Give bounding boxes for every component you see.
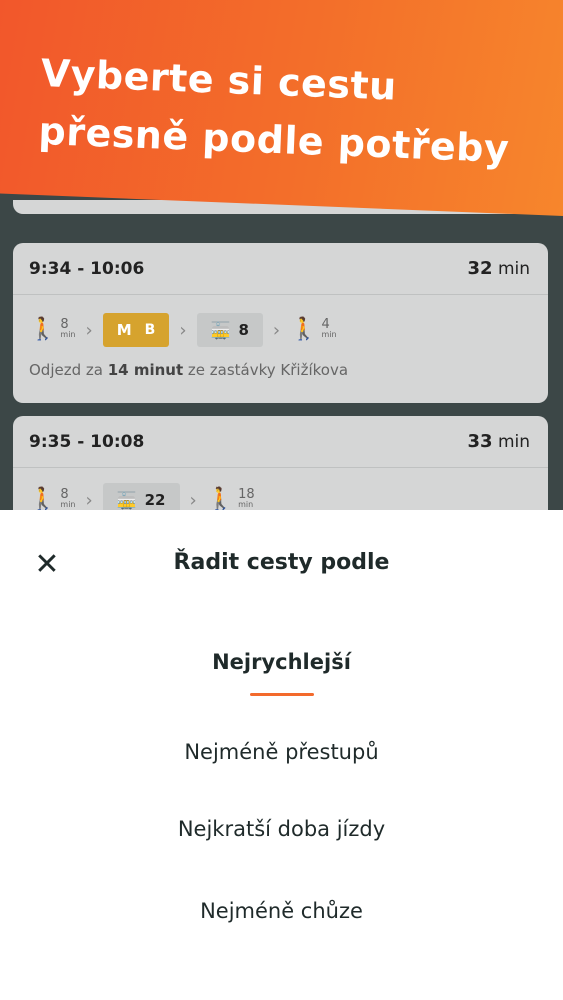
tram-leg: 🚋 8 [196, 313, 263, 347]
sheet-header: ✕ Řadit cesty podle [0, 510, 563, 615]
walk-icon: 🚶 [290, 317, 318, 342]
sort-bottom-sheet: ✕ Řadit cesty podle Nejrychlejší Nejméně… [0, 510, 563, 1000]
walk-leg: 🚶 4 min [290, 317, 337, 342]
trip-times: 9:35 - 10:08 [29, 431, 145, 452]
walk-leg: 🚶 18 min [206, 487, 255, 512]
trip-times: 9:34 - 10:06 [29, 258, 145, 279]
sort-option-least-walking[interactable]: Nejméně chůze [0, 899, 563, 923]
metro-icon: M [116, 321, 132, 339]
trip-duration: 33 min [467, 431, 530, 452]
chevron-right-icon: › [189, 489, 197, 511]
sort-option-shortest-ride[interactable]: Nejkratší doba jízdy [0, 817, 563, 841]
tram-icon: 🚋 [116, 490, 137, 510]
chevron-right-icon: › [85, 489, 93, 511]
sort-option-fewest-transfers[interactable]: Nejméně přestupů [0, 740, 563, 764]
banner-headline: Vyberte si cestu přesně podle potřeby [38, 44, 513, 178]
chevron-right-icon: › [272, 319, 281, 341]
walk-leg: 🚶 8 min [29, 317, 76, 342]
walk-icon: 🚶 [29, 317, 57, 342]
walk-leg: 🚶 8 min [29, 487, 76, 512]
chevron-right-icon: › [85, 319, 93, 341]
tram-line: 22 [144, 491, 166, 509]
tram-line: 8 [238, 321, 249, 339]
departure-info: Odjezd za 14 minut ze zastávky Křižíkova [29, 361, 349, 379]
selected-underline [250, 693, 314, 696]
metro-leg: M B [102, 313, 170, 347]
tram-icon: 🚋 [210, 320, 231, 340]
promo-banner: Vyberte si cestu přesně podle potřeby [0, 0, 563, 216]
sort-option-fastest[interactable]: Nejrychlejší [0, 650, 563, 674]
trip-card[interactable]: 9:34 - 10:06 32 min 🚶 8 min › M B › 🚋 8 ›… [13, 243, 548, 403]
walk-icon: 🚶 [206, 487, 235, 512]
walk-icon: 🚶 [29, 487, 57, 512]
trip-duration: 32 min [467, 258, 530, 279]
chevron-right-icon: › [179, 319, 187, 341]
trip-legs: 🚶 8 min › M B › 🚋 8 › 🚶 4 min [13, 295, 548, 353]
metro-line: B [144, 322, 156, 338]
sheet-title: Řadit cesty podle [173, 550, 390, 575]
